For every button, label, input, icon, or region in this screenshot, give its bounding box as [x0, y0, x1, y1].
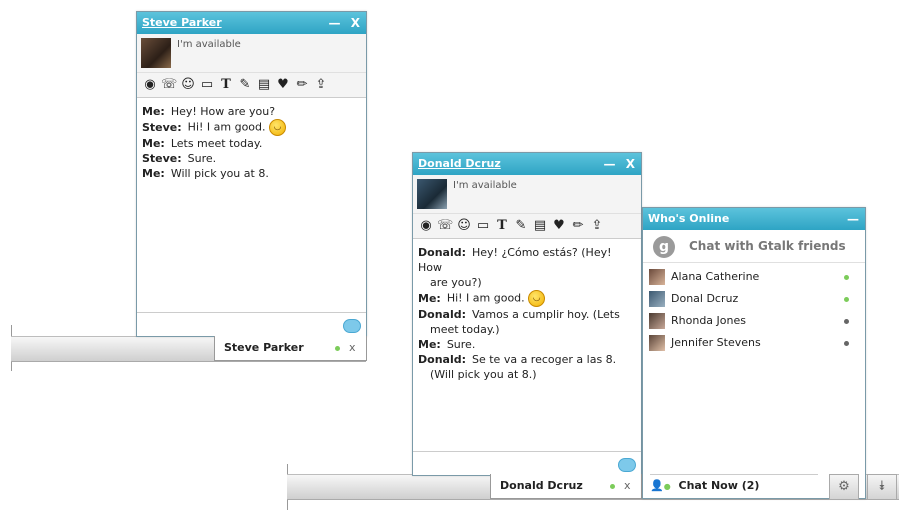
minimize-icon[interactable]: — [604, 157, 616, 171]
send-bubble-icon[interactable] [343, 319, 361, 333]
gear-icon: ⚙ [838, 479, 850, 494]
message: Me: Hi! I am good. ◡ [418, 290, 636, 307]
message-list: Me: Hey! How are you? Steve: Hi! I am good… [137, 98, 366, 187]
tab-close-icon[interactable]: x [624, 474, 631, 498]
message: Me: Will pick you at 8. [142, 167, 269, 180]
message-input[interactable] [137, 312, 366, 337]
emoticon-icon[interactable]: ☺ [456, 218, 472, 234]
friend-item[interactable]: Rhonda Jones [643, 310, 865, 332]
clipboard-icon[interactable]: ▤ [256, 77, 272, 93]
chat-header: Donald Dcruz — X [413, 153, 641, 175]
message: Me: Lets meet today. [142, 137, 263, 150]
audio-icon[interactable]: ☏ [437, 218, 453, 234]
close-icon[interactable]: X [626, 157, 635, 171]
games-icon[interactable]: ♥ [275, 77, 291, 93]
avatar [649, 313, 665, 329]
panel-header: Who's Online — [643, 208, 865, 230]
collapse-button[interactable]: ⯯ [867, 474, 897, 500]
status-text: I'm available [177, 39, 241, 50]
settings-button[interactable]: ⚙ [829, 474, 859, 500]
message: Donald: Vamos a cumplir hoy. (Lets meet to… [418, 308, 620, 336]
font-icon[interactable]: T [494, 218, 510, 234]
screen-share-icon[interactable]: ▭ [475, 218, 491, 234]
online-status-icon [335, 346, 340, 351]
profile-area: I'm available [413, 175, 641, 214]
gtalk-link[interactable]: g Chat with Gtalk friends [643, 230, 865, 263]
webcam-icon[interactable]: ◉ [418, 218, 434, 234]
online-status-icon [610, 484, 615, 489]
whiteboard-icon[interactable]: ✎ [513, 218, 529, 234]
whiteboard-icon[interactable]: ✎ [237, 77, 253, 93]
chat-now-tab[interactable]: 👤● Chat Now (2) [650, 474, 818, 497]
avatar [417, 179, 447, 209]
send-bubble-icon[interactable] [618, 458, 636, 472]
users-icon: 👤● [650, 479, 671, 492]
games-icon[interactable]: ♥ [551, 218, 567, 234]
chat-window-donald: Donald Dcruz — X I'm available ◉ ☏ ☺ ▭ T… [412, 152, 642, 476]
message-input[interactable] [413, 451, 641, 476]
clipboard-icon[interactable]: ▤ [532, 218, 548, 234]
avatar [649, 291, 665, 307]
panel-title: Who's Online [648, 212, 730, 225]
friend-item[interactable]: Jennifer Stevens [643, 332, 865, 354]
pencil-icon[interactable]: ✏ [570, 218, 586, 234]
friend-item[interactable]: Alana Catherine [643, 266, 865, 288]
online-status-icon [844, 275, 849, 280]
offline-status-icon [844, 319, 849, 324]
toolbar: ◉ ☏ ☺ ▭ T ✎ ▤ ♥ ✏ ⇪ [137, 73, 366, 98]
offline-status-icon [844, 341, 849, 346]
minimize-icon[interactable]: — [329, 16, 341, 30]
message: Me: Sure. [418, 338, 476, 351]
message: Steve: Hi! I am good. ◡ [142, 119, 361, 136]
webcam-icon[interactable]: ◉ [142, 77, 158, 93]
chevron-down-icon: ⯯ [878, 479, 886, 494]
chat-window-steve: Steve Parker — X I'm available ◉ ☏ ☺ ▭ T… [136, 11, 367, 337]
friend-item[interactable]: Donal Dcruz [643, 288, 865, 310]
message-list: Donald: Hey! ¿Cómo estás? (Hey! How are yo… [413, 239, 641, 388]
chat-header: Steve Parker — X [137, 12, 366, 34]
font-icon[interactable]: T [218, 77, 234, 93]
file-upload-icon[interactable]: ⇪ [313, 77, 329, 93]
tab-label: Steve Parker [224, 341, 304, 354]
chat-title[interactable]: Donald Dcruz [418, 157, 501, 170]
whos-online-panel: Who's Online — g Chat with Gtalk friends… [642, 207, 866, 499]
file-upload-icon[interactable]: ⇪ [589, 218, 605, 234]
smiley-icon: ◡ [269, 119, 287, 136]
message: Me: Hey! How are you? [142, 105, 276, 118]
google-icon: g [653, 236, 675, 258]
chat-now-label: Chat Now (2) [678, 479, 760, 492]
minimize-icon[interactable]: — [847, 212, 859, 226]
chat-title[interactable]: Steve Parker [142, 16, 222, 29]
smiley-icon: ◡ [528, 290, 546, 307]
status-text: I'm available [453, 180, 517, 191]
message: Steve: Sure. [142, 152, 217, 165]
avatar [141, 38, 171, 68]
emoticon-icon[interactable]: ☺ [180, 77, 196, 93]
profile-area: I'm available [137, 34, 366, 73]
tab-close-icon[interactable]: x [349, 336, 356, 360]
chat-tab-steve[interactable]: Steve Parker x [214, 336, 367, 361]
avatar [649, 269, 665, 285]
audio-icon[interactable]: ☏ [161, 77, 177, 93]
screen-share-icon[interactable]: ▭ [199, 77, 215, 93]
message: Donald: Hey! ¿Cómo estás? (Hey! How are yo… [418, 246, 612, 289]
chat-tab-donald[interactable]: Donald Dcruz x [490, 474, 642, 499]
tab-label: Donald Dcruz [500, 479, 583, 492]
toolbar: ◉ ☏ ☺ ▭ T ✎ ▤ ♥ ✏ ⇪ [413, 214, 641, 239]
gtalk-label: Chat with Gtalk friends [689, 239, 846, 253]
close-icon[interactable]: X [351, 16, 360, 30]
message: Donald: Se te va a recoger a las 8. (Will … [418, 353, 617, 381]
avatar [649, 335, 665, 351]
online-status-icon [844, 297, 849, 302]
friend-list: Alana Catherine Donal Dcruz Rhonda Jones… [643, 263, 865, 354]
pencil-icon[interactable]: ✏ [294, 77, 310, 93]
